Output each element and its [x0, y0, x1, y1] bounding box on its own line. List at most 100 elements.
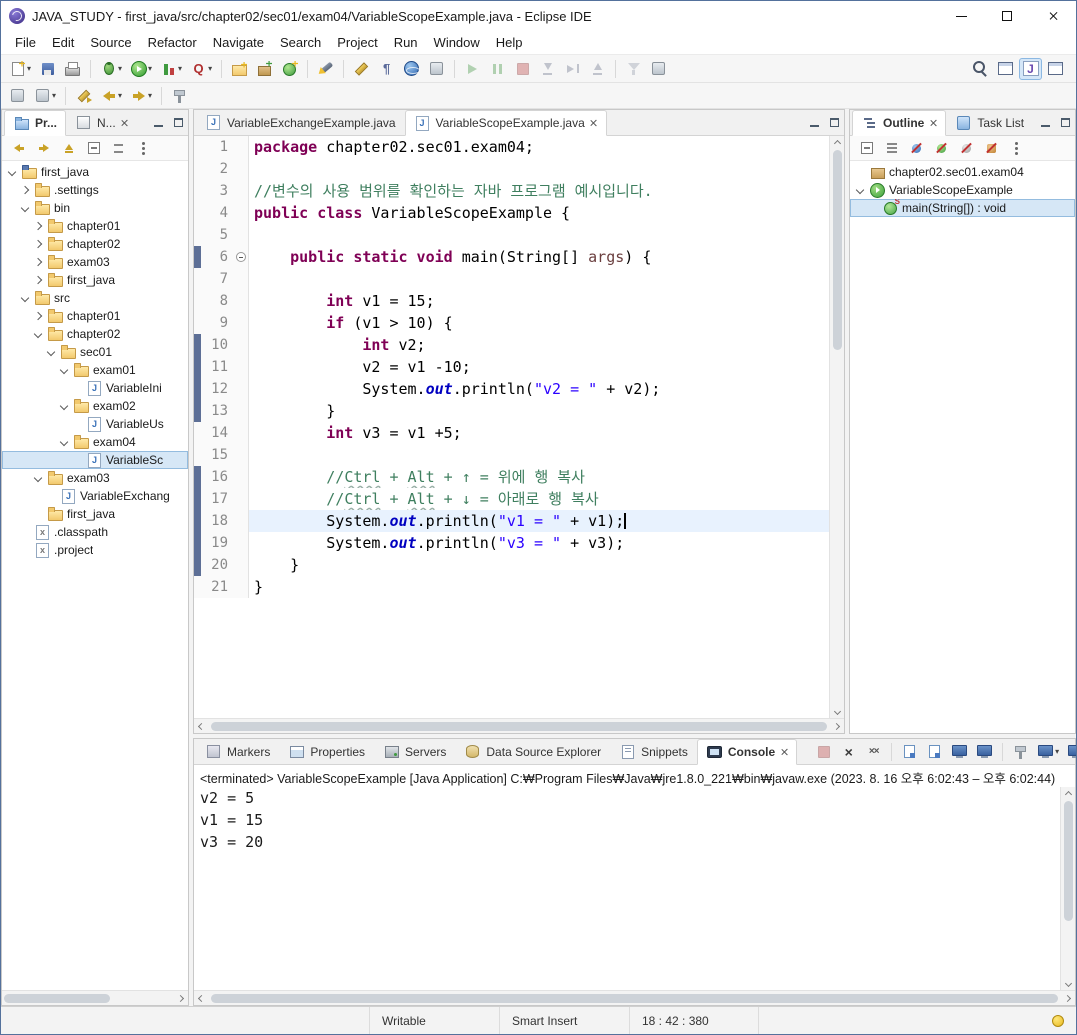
editor-tab-variablescopeexample-java[interactable]: J VariableScopeExample.java: [404, 110, 607, 136]
editor-vscroll-thumb[interactable]: [832, 150, 842, 350]
forward-history-button[interactable]: ▾: [127, 85, 155, 107]
view-menu-button[interactable]: [1005, 137, 1028, 159]
tree-item-first-java[interactable]: first_java: [2, 163, 188, 181]
debug-button[interactable]: ▾: [97, 58, 125, 80]
terminate-button[interactable]: [812, 741, 835, 763]
tree-collapse-arrow[interactable]: [19, 293, 31, 303]
code-line-text[interactable]: System.out.println("v2 = " + v2);: [249, 378, 829, 400]
tree-item-classpath[interactable]: x .classpath: [2, 523, 188, 541]
step-over-button[interactable]: [561, 58, 584, 80]
maximize-window-button[interactable]: [984, 1, 1030, 31]
remove-launch-button[interactable]: ×: [837, 741, 860, 763]
console-tab-console[interactable]: Console: [696, 739, 798, 765]
tree-collapse-arrow[interactable]: [58, 437, 70, 447]
console-tab-properties[interactable]: Properties: [279, 739, 374, 764]
code-line-text[interactable]: }: [249, 400, 829, 422]
code-editor[interactable]: 1 package chapter02.sec01.exam04; 2 3 //변수의 …: [194, 136, 829, 718]
print-button[interactable]: [61, 58, 84, 80]
tree-item-chapter02[interactable]: chapter02: [2, 235, 188, 253]
scroll-up-button[interactable]: [1061, 787, 1076, 801]
collapse-all-button[interactable]: [82, 137, 105, 159]
code-line-text[interactable]: //Ctrl + Alt + ↑ = 위에 행 복사: [249, 466, 829, 488]
editor-maximize-button[interactable]: [824, 110, 844, 135]
toggle-breadcrumb-button[interactable]: [6, 85, 29, 107]
editor-minimize-button[interactable]: [804, 110, 824, 135]
outline-maximize-button[interactable]: [1055, 110, 1075, 135]
tree-item-variablesc[interactable]: J VariableSc: [2, 451, 188, 469]
tree-collapse-arrow[interactable]: [58, 365, 70, 375]
code-line-text[interactable]: int v3 = v1 +5;: [249, 422, 829, 444]
tree-item-project[interactable]: x .project: [2, 541, 188, 559]
tree-item-exam02[interactable]: exam02: [2, 397, 188, 415]
scroll-left-button[interactable]: [194, 719, 209, 733]
open-task-button[interactable]: [425, 58, 448, 80]
code-line-text[interactable]: [249, 444, 829, 466]
word-wrap-button[interactable]: [948, 741, 971, 763]
hide-static-members-button[interactable]: [930, 137, 953, 159]
new-wizard-button[interactable]: ▾: [6, 58, 34, 80]
scroll-right-button[interactable]: [173, 991, 188, 1005]
pin-console-button[interactable]: [1009, 741, 1032, 763]
code-line-text[interactable]: public static void main(String[] args) {: [249, 246, 829, 268]
pin-editor-button[interactable]: [168, 85, 191, 107]
tree-expand-arrow[interactable]: [32, 221, 44, 231]
code-line-text[interactable]: System.out.println("v1 = " + v1);: [249, 510, 829, 532]
notification-lamp-icon[interactable]: [1052, 1014, 1064, 1027]
tree-item-first-java[interactable]: first_java: [2, 505, 188, 523]
show-whitespace-button[interactable]: ¶: [375, 58, 398, 80]
new-java-project-button[interactable]: [228, 58, 251, 80]
debug-menu-arrow[interactable]: ▾: [118, 64, 122, 73]
explorer-tab-n[interactable]: N...: [66, 110, 138, 135]
menu-refactor[interactable]: Refactor: [140, 32, 205, 53]
menu-edit[interactable]: Edit: [44, 32, 82, 53]
coverage-button[interactable]: ▾: [157, 58, 185, 80]
code-line-text[interactable]: }: [249, 554, 829, 576]
quick-access-search-button[interactable]: [969, 58, 992, 80]
outline-item-variablescopeexample[interactable]: VariableScopeExample: [850, 181, 1075, 199]
scroll-down-button[interactable]: [830, 704, 845, 718]
terminate-button[interactable]: [511, 58, 534, 80]
hide-fields-button[interactable]: [905, 137, 928, 159]
forward-history-menu-arrow[interactable]: ▾: [148, 91, 152, 100]
code-line-text[interactable]: [249, 158, 829, 180]
step-return-button[interactable]: [586, 58, 609, 80]
tree-expand-arrow[interactable]: [32, 239, 44, 249]
menu-window[interactable]: Window: [426, 32, 488, 53]
display-selected-console-menu-arrow[interactable]: ▾: [1055, 747, 1059, 756]
tree-item-exam01[interactable]: exam01: [2, 361, 188, 379]
hide-non-public-members-button[interactable]: [955, 137, 978, 159]
new-java-package-button[interactable]: [253, 58, 276, 80]
editor-vscrollbar[interactable]: [829, 136, 844, 718]
code-line-text[interactable]: }: [249, 576, 829, 598]
editor-tab-variableexchangeexample-java[interactable]: J VariableExchangeExample.java: [196, 110, 405, 135]
tree-item-first-java[interactable]: first_java: [2, 271, 188, 289]
run-configurations-button[interactable]: [647, 58, 670, 80]
menu-help[interactable]: Help: [488, 32, 531, 53]
close-tab-icon[interactable]: [121, 119, 129, 127]
tree-item-src[interactable]: src: [2, 289, 188, 307]
console-output[interactable]: v2 = 5 v1 = 15 v3 = 20: [194, 787, 1060, 990]
close-window-button[interactable]: [1030, 1, 1076, 31]
tree-expand-arrow[interactable]: [19, 185, 31, 195]
open-web-browser-button[interactable]: [400, 58, 423, 80]
outline-item-chapter02-sec01-exam04[interactable]: chapter02.sec01.exam04: [850, 163, 1075, 181]
console-tab-servers[interactable]: Servers: [374, 739, 455, 764]
last-edit-location-button[interactable]: [72, 85, 95, 107]
back-history-button[interactable]: ▾: [97, 85, 125, 107]
code-line-text[interactable]: System.out.println("v3 = " + v3);: [249, 532, 829, 554]
console-tab-markers[interactable]: Markers: [196, 739, 279, 764]
code-line-text[interactable]: [249, 224, 829, 246]
code-line-text[interactable]: [249, 268, 829, 290]
console-hscroll-thumb[interactable]: [211, 993, 1058, 1003]
external-tools-button[interactable]: Q ▾: [187, 58, 215, 80]
editor-hscrollbar[interactable]: [194, 718, 844, 733]
scroll-down-button[interactable]: [1061, 976, 1076, 990]
menu-file[interactable]: File: [7, 32, 44, 53]
annotations-button[interactable]: ▾: [31, 85, 59, 107]
search-button[interactable]: [314, 58, 337, 80]
back-history-menu-arrow[interactable]: ▾: [118, 91, 122, 100]
tree-collapse-arrow[interactable]: [58, 401, 70, 411]
hide-local-types-button[interactable]: [980, 137, 1003, 159]
collapse-all-button[interactable]: [855, 137, 878, 159]
tree-item-chapter01[interactable]: chapter01: [2, 307, 188, 325]
